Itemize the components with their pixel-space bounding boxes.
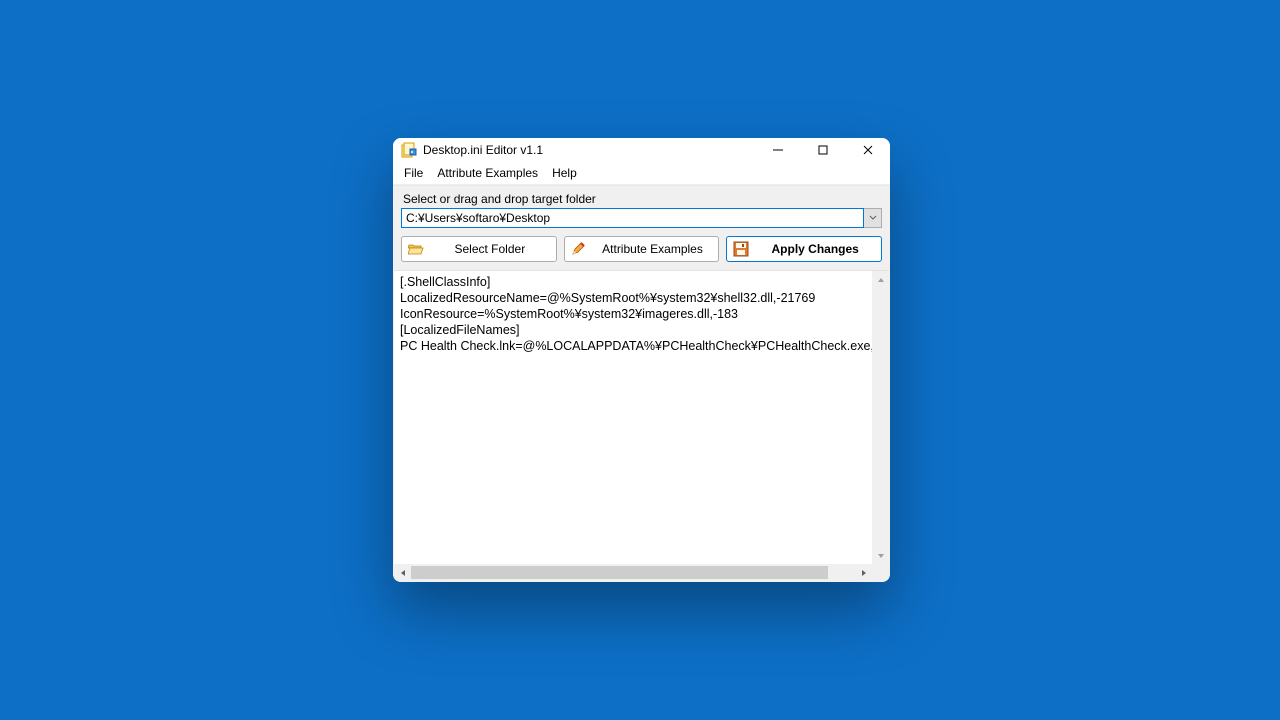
- button-row: Select Folder Attribute Examples: [393, 234, 890, 270]
- vertical-scrollbar[interactable]: [872, 271, 889, 564]
- chevron-down-icon: [869, 215, 877, 221]
- path-input[interactable]: [401, 208, 864, 228]
- client-area: Select or drag and drop target folder: [393, 185, 890, 582]
- app-icon: [401, 142, 417, 158]
- scroll-right-arrow-icon: [855, 564, 872, 581]
- path-row: [393, 208, 890, 234]
- editor-wrap: [.ShellClassInfo] LocalizedResourceName=…: [394, 270, 889, 581]
- apply-changes-button[interactable]: Apply Changes: [726, 236, 882, 262]
- hscroll-track: [411, 564, 855, 581]
- select-folder-label: Select Folder: [430, 242, 550, 256]
- scroll-down-arrow-icon: [872, 547, 889, 564]
- close-button[interactable]: [845, 138, 890, 162]
- maximize-button[interactable]: [800, 138, 845, 162]
- vscroll-track: [872, 288, 889, 547]
- folder-open-icon: [408, 241, 424, 257]
- menubar: File Attribute Examples Help: [393, 162, 890, 185]
- instruction-label: Select or drag and drop target folder: [393, 186, 890, 208]
- editor-textarea[interactable]: [.ShellClassInfo] LocalizedResourceName=…: [394, 271, 889, 581]
- horizontal-scrollbar[interactable]: [394, 564, 872, 581]
- select-folder-button[interactable]: Select Folder: [401, 236, 557, 262]
- hscroll-thumb[interactable]: [411, 566, 828, 579]
- path-combo: [401, 208, 882, 228]
- attribute-examples-label: Attribute Examples: [593, 242, 713, 256]
- menu-file[interactable]: File: [397, 166, 430, 180]
- menu-help[interactable]: Help: [545, 166, 584, 180]
- pencil-icon: [571, 241, 587, 257]
- scroll-left-arrow-icon: [394, 564, 411, 581]
- attribute-examples-button[interactable]: Attribute Examples: [564, 236, 720, 262]
- save-icon: [733, 241, 749, 257]
- scroll-up-arrow-icon: [872, 271, 889, 288]
- window-title: Desktop.ini Editor v1.1: [423, 143, 543, 157]
- path-dropdown-button[interactable]: [864, 208, 882, 228]
- apply-changes-label: Apply Changes: [755, 242, 875, 256]
- menu-attribute-examples[interactable]: Attribute Examples: [430, 166, 545, 180]
- app-window: Desktop.ini Editor v1.1 File Attribute E…: [393, 138, 890, 582]
- minimize-button[interactable]: [755, 138, 800, 162]
- scrollbar-corner: [872, 564, 889, 581]
- titlebar: Desktop.ini Editor v1.1: [393, 138, 890, 162]
